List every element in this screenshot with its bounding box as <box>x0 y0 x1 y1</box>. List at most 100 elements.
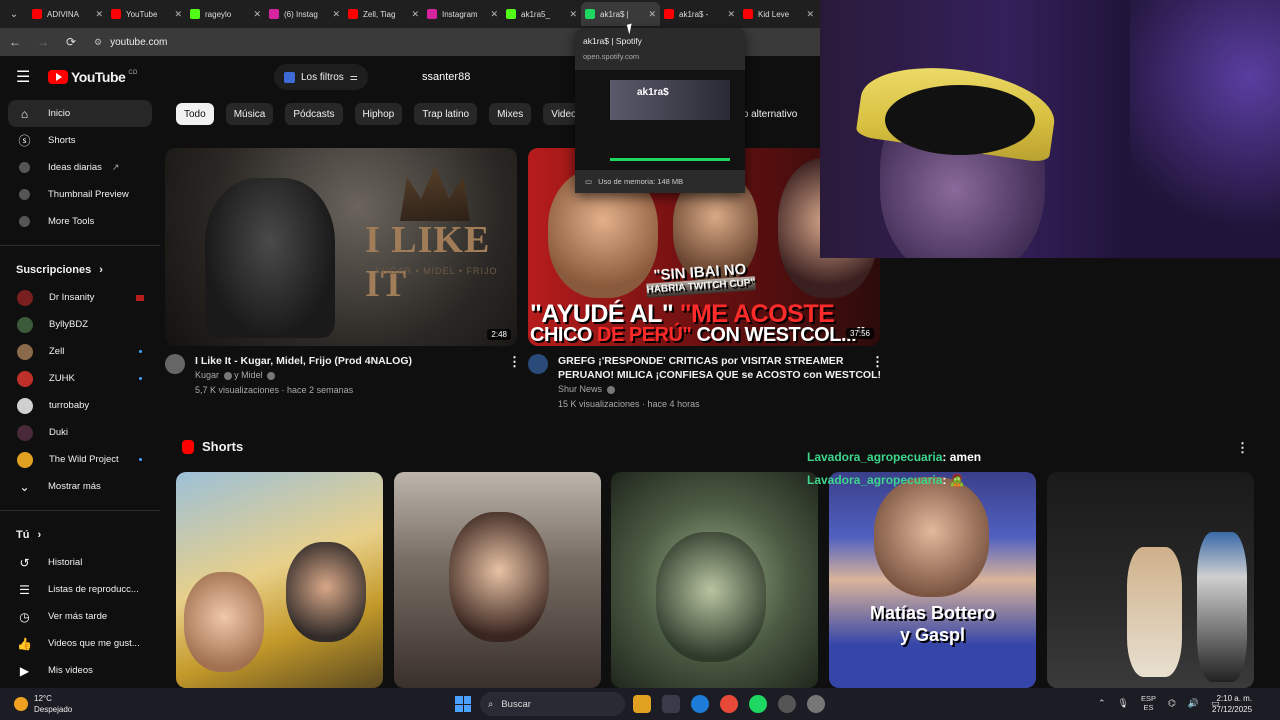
close-tab-icon[interactable]: ✕ <box>332 9 340 20</box>
reload-button[interactable]: ⟳ <box>62 33 80 51</box>
short-thumbnail[interactable] <box>394 472 601 688</box>
tab-search-button[interactable]: ⌄ <box>0 0 28 28</box>
close-tab-icon[interactable]: ✕ <box>648 9 656 20</box>
chip[interactable]: Música <box>225 103 274 125</box>
browser-tab[interactable]: Zell, Tiag ✕ <box>344 2 423 26</box>
subscriptions-heading[interactable]: Suscripciones › <box>0 256 160 284</box>
sidebar-item[interactable]: Ideas diarias ↗ <box>8 154 152 181</box>
close-tab-icon[interactable]: ✕ <box>806 9 814 20</box>
sidebar-item[interactable]: ⌂ Inicio <box>8 100 152 127</box>
subscription-label: Dr Insanity <box>49 292 95 303</box>
subscription-item[interactable]: Duki <box>8 419 152 446</box>
microphone-icon[interactable]: 🎙 <box>1118 698 1129 709</box>
menu-icon[interactable]: ☰ <box>16 67 32 87</box>
browser-tab[interactable]: (6) Instag ✕ <box>265 2 344 26</box>
sidebar-item-label: Mis videos <box>48 665 93 676</box>
volume-icon[interactable]: 🔊 <box>1188 698 1199 709</box>
file-explorer-icon[interactable] <box>633 695 651 713</box>
network-icon[interactable]: ⌬ <box>1168 698 1176 709</box>
short-thumbnail[interactable] <box>176 472 383 688</box>
subscription-item[interactable]: The Wild Project <box>8 446 152 473</box>
subscription-item[interactable]: ByllyBDZ <box>8 311 152 338</box>
sidebar-item[interactable]: ↺ Historial <box>8 549 152 576</box>
weather-widget[interactable]: 12°C Despejado <box>14 693 72 715</box>
system-clock[interactable]: 2:10 a. m. 27/12/2025 <box>1212 693 1252 715</box>
short-person <box>1197 532 1247 682</box>
close-tab-icon[interactable]: ✕ <box>727 9 735 20</box>
browser-tab[interactable]: ak1ra5_ ✕ <box>502 2 581 26</box>
channel-avatar[interactable] <box>528 354 548 374</box>
sidebar-item-label: Videos que me gust... <box>48 638 140 649</box>
youtube-play-icon <box>48 70 68 84</box>
taskbar-search[interactable]: ⌕ Buscar <box>480 692 625 716</box>
channel-name[interactable]: Kugar y Midel <box>195 368 412 383</box>
webcam-cap-top <box>885 85 1035 155</box>
sidebar-item[interactable]: ⓢ Shorts <box>8 127 152 154</box>
language-indicator[interactable]: ESP ES <box>1141 694 1156 712</box>
close-tab-icon[interactable]: ✕ <box>174 9 182 20</box>
chrome-icon[interactable] <box>720 695 738 713</box>
sidebar-item[interactable]: ☰ Listas de reproducc... <box>8 576 152 603</box>
windows-start-icon[interactable] <box>455 696 471 712</box>
more-actions-icon[interactable]: ⋮ <box>508 354 521 370</box>
site-info-icon[interactable]: ⚙ <box>94 37 102 48</box>
close-tab-icon[interactable]: ✕ <box>411 9 419 20</box>
sidebar-item-label: Historial <box>48 557 83 568</box>
store-icon[interactable] <box>662 695 680 713</box>
you-heading[interactable]: Tú › <box>0 521 160 549</box>
shorts-icon <box>182 439 194 454</box>
show-more-label: Mostrar más <box>48 481 101 492</box>
chip[interactable]: Pódcasts <box>285 103 343 125</box>
youtube-logo[interactable]: YouTube CO <box>48 69 137 85</box>
spotify-icon[interactable] <box>749 695 767 713</box>
sidebar-item[interactable]: Thumbnail Preview <box>8 181 152 208</box>
sidebar-item[interactable]: 👍 Videos que me gust... <box>8 630 152 657</box>
sidebar-item[interactable]: ◷ Ver más tarde <box>8 603 152 630</box>
edge-icon[interactable] <box>691 695 709 713</box>
preview-progress <box>610 158 730 161</box>
browser-tab[interactable]: Kid Leve ✕ <box>739 2 818 26</box>
short-thumbnail[interactable] <box>1047 472 1254 688</box>
chevron-up-icon[interactable]: ⌃ <box>1098 698 1106 709</box>
close-tab-icon[interactable]: ✕ <box>253 9 261 20</box>
sidebar-item[interactable]: More Tools <box>8 208 152 235</box>
browser-tab[interactable]: YouTube ✕ <box>107 2 186 26</box>
chip[interactable]: Mixes <box>489 103 532 125</box>
close-tab-icon[interactable]: ✕ <box>569 9 577 20</box>
chip[interactable]: Todo <box>176 103 214 125</box>
subscription-item[interactable]: turrobaby <box>8 392 152 419</box>
back-button[interactable]: ← <box>6 33 24 51</box>
shorts-more-icon[interactable]: ⋮ <box>1236 440 1249 456</box>
show-more-button[interactable]: ⌄ Mostrar más <box>8 473 152 500</box>
sidebar-item-label: Ideas diarias <box>48 162 102 173</box>
browser-tab[interactable]: Instagram ✕ <box>423 2 502 26</box>
subscription-item[interactable]: Zell <box>8 338 152 365</box>
subscription-item[interactable]: Dr Insanity <box>8 284 152 311</box>
short-thumbnail[interactable] <box>611 472 818 688</box>
subscription-item[interactable]: ZUHK <box>8 365 152 392</box>
filters-button[interactable]: Los filtros ⚌ <box>274 64 368 90</box>
video-title-line-1[interactable]: GREFG ¡'RESPONDE' CRITICAS por VISITAR S… <box>558 354 881 368</box>
browser-tab[interactable]: ak1ra$ | ✕ <box>581 2 660 26</box>
channel-avatar[interactable] <box>165 354 185 374</box>
browser-tab[interactable]: ak1ra$ - ✕ <box>660 2 739 26</box>
browser-tab[interactable]: ADIVINA ✕ <box>28 2 107 26</box>
forward-button[interactable]: → <box>34 33 52 51</box>
settings-icon[interactable] <box>807 695 825 713</box>
browser-tab[interactable]: rageylo ✕ <box>186 2 265 26</box>
subscription-label: turrobaby <box>49 400 90 411</box>
address-bar[interactable]: ⚙ youtube.com <box>94 37 167 48</box>
obs-icon[interactable] <box>778 695 796 713</box>
sidebar-divider <box>0 510 160 511</box>
close-tab-icon[interactable]: ✕ <box>490 9 498 20</box>
channel-name[interactable]: Shur News <box>558 382 881 397</box>
sidebar-item[interactable]: ▶ Mis videos <box>8 657 152 684</box>
short-thumbnail[interactable]: Matías Bottero y Gaspl <box>829 472 1036 688</box>
chip[interactable]: Trap latino <box>414 103 478 125</box>
video-title-line-2[interactable]: PERUANO! MILICA ¡CONFIESA QUE se ACOSTO … <box>558 368 881 382</box>
more-actions-icon[interactable]: ⋮ <box>871 354 884 370</box>
video-title[interactable]: I Like It - Kugar, Midel, Frijo (Prod 4N… <box>195 354 412 368</box>
video-thumbnail[interactable]: I LIKE IT KUGAR • MIDEL • FRIJO 2:48 <box>165 148 517 346</box>
close-tab-icon[interactable]: ✕ <box>95 9 103 20</box>
chip[interactable]: Hiphop <box>354 103 403 125</box>
